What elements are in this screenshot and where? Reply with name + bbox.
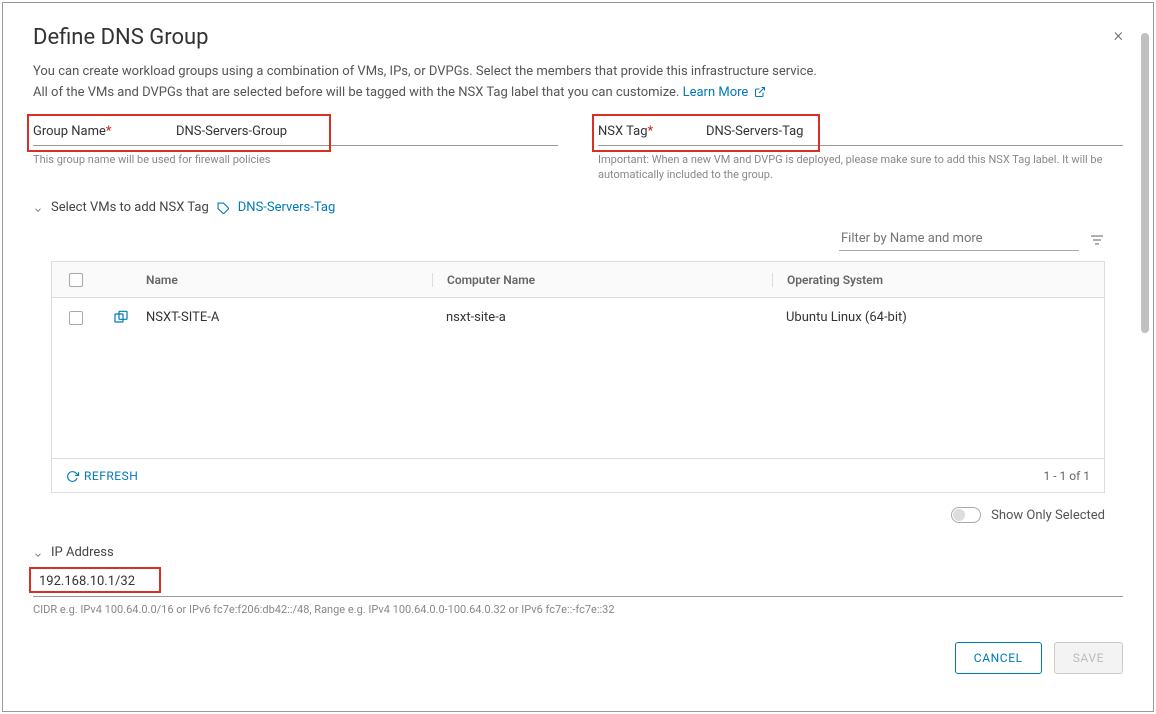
show-only-selected-toggle[interactable]	[951, 507, 981, 523]
ip-address-input[interactable]	[33, 570, 163, 593]
tag-display: DNS-Servers-Tag	[238, 200, 335, 215]
table-row[interactable]: NSXT-SITE-A nsxt-site-a Ubuntu Linux (64…	[52, 298, 1104, 338]
tag-icon	[217, 201, 230, 215]
col-name-header[interactable]: Name	[142, 273, 432, 287]
vm-table: Name Computer Name Operating System NSXT…	[51, 261, 1105, 493]
refresh-button[interactable]: REFRESH	[66, 469, 138, 483]
group-name-input[interactable]	[168, 124, 558, 139]
nsx-tag-input[interactable]	[698, 124, 1123, 139]
define-dns-group-modal: × Define DNS Group You can create worklo…	[2, 2, 1154, 712]
chevron-down-icon	[33, 203, 43, 213]
pagination-text: 1 - 1 of 1	[1044, 469, 1090, 483]
description-text: You can create workload groups using a c…	[33, 62, 1123, 104]
desc-line1: You can create workload groups using a c…	[33, 64, 817, 79]
page-title: Define DNS Group	[33, 25, 1123, 50]
row-os: Ubuntu Linux (64-bit)	[772, 310, 1104, 325]
filter-icon[interactable]	[1089, 231, 1105, 247]
vm-section-header[interactable]: Select VMs to add NSX Tag DNS-Servers-Ta…	[33, 200, 1123, 215]
vm-icon	[100, 310, 142, 326]
filter-input[interactable]	[839, 227, 1079, 251]
ip-field	[33, 570, 1123, 597]
scrollbar[interactable]	[1141, 33, 1149, 333]
group-name-label: Group Name*	[33, 124, 168, 139]
nsx-tag-label: NSX Tag*	[598, 124, 698, 139]
nsx-tag-hint: Important: When a new VM and DVPG is dep…	[598, 152, 1123, 183]
ip-hint: CIDR e.g. IPv4 100.64.0.0/16 or IPv6 fc7…	[33, 603, 1123, 616]
external-link-icon	[754, 83, 766, 104]
chevron-down-icon	[33, 548, 43, 558]
show-only-selected-label: Show Only Selected	[991, 508, 1105, 523]
desc-line2: All of the VMs and DVPGs that are select…	[33, 85, 683, 100]
nsx-tag-field: NSX Tag* Important: When a new VM and DV…	[598, 124, 1123, 183]
cancel-button[interactable]: CANCEL	[955, 642, 1042, 674]
row-name: NSXT-SITE-A	[142, 310, 432, 325]
row-comp: nsxt-site-a	[432, 310, 772, 325]
refresh-icon	[66, 469, 79, 483]
close-icon[interactable]: ×	[1114, 25, 1123, 46]
group-name-field: Group Name* This group name will be used…	[33, 124, 558, 183]
col-comp-header[interactable]: Computer Name	[432, 273, 772, 287]
select-all-checkbox[interactable]	[69, 273, 83, 287]
col-os-header[interactable]: Operating System	[772, 273, 1104, 287]
ip-section-header[interactable]: IP Address	[33, 545, 1123, 560]
save-button: SAVE	[1054, 642, 1123, 674]
row-checkbox[interactable]	[69, 311, 83, 325]
learn-more-link[interactable]: Learn More	[683, 85, 766, 100]
group-name-hint: This group name will be used for firewal…	[33, 152, 558, 167]
